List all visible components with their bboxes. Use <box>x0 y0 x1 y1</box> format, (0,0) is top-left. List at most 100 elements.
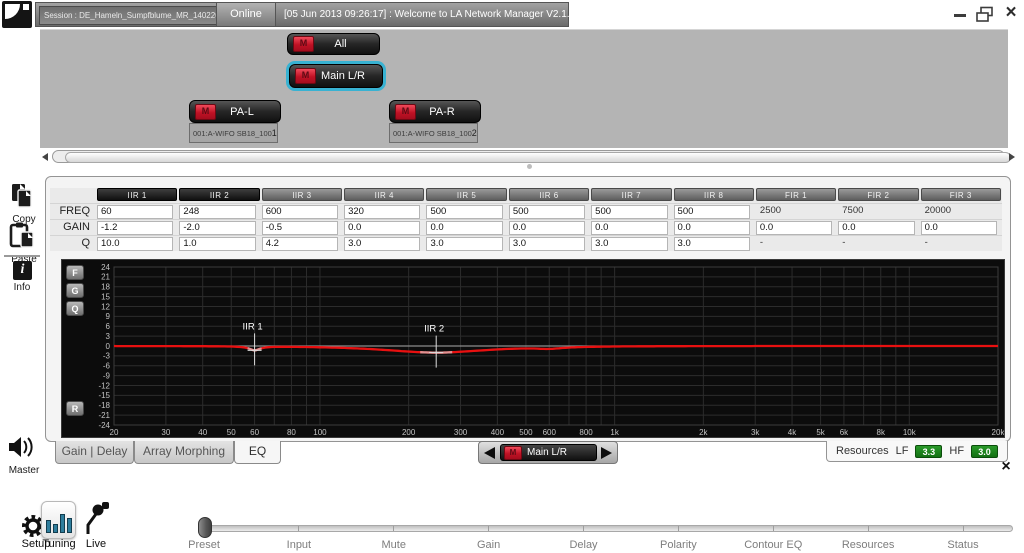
restore-icon[interactable] <box>975 6 995 23</box>
y-axis-tick-label: 21 <box>101 273 110 282</box>
eq-cell: 0.0 <box>508 219 590 235</box>
eq-value-input[interactable]: 500 <box>674 205 750 219</box>
mute-button[interactable]: M <box>293 36 314 52</box>
eq-band-header[interactable]: IIR 1 <box>97 188 177 201</box>
eq-value-readonly: - <box>838 237 914 249</box>
eq-cell: 3.0 <box>673 235 755 251</box>
eq-cell: - <box>837 235 919 251</box>
eq-value-input[interactable]: 4.2 <box>262 237 338 251</box>
mute-button[interactable]: M <box>295 68 316 84</box>
eq-value-input[interactable]: 0.0 <box>921 221 997 235</box>
master-button[interactable]: Master <box>2 434 42 476</box>
tree-node-pa-l[interactable]: M PA-L <box>189 100 281 123</box>
eq-value-input[interactable]: 0.0 <box>591 221 667 235</box>
online-status-button[interactable]: Online <box>216 3 276 26</box>
speaker-name: 001:A-WIFO SB18_100 <box>390 129 472 138</box>
eq-value-input[interactable]: 0.0 <box>426 221 502 235</box>
eq-value-input[interactable]: 0.0 <box>838 221 914 235</box>
minimize-icon[interactable] <box>954 14 966 17</box>
eq-band-header[interactable]: IIR 7 <box>591 188 671 201</box>
eq-band-header[interactable]: FIR 1 <box>756 188 836 201</box>
scroll-right-icon[interactable] <box>1009 153 1015 161</box>
tree-horizontal-scrollbar[interactable] <box>42 150 1016 163</box>
y-axis-tick-label: -12 <box>98 381 110 390</box>
graph-reset-button[interactable]: R <box>66 401 84 416</box>
copy-button[interactable]: Copy <box>2 183 42 225</box>
tree-node-main-lr[interactable]: M Main L/R <box>289 64 383 88</box>
graph-mode-q-button[interactable]: Q <box>66 301 84 316</box>
selected-channel-button[interactable]: M Main L/R <box>500 444 597 461</box>
mode-slider-track[interactable] <box>202 525 1013 532</box>
panel-resize-handle[interactable] <box>527 164 532 169</box>
eq-band-header[interactable]: IIR 5 <box>426 188 506 201</box>
mute-button[interactable]: M <box>504 446 522 460</box>
eq-cell: -0.5 <box>261 219 343 235</box>
eq-value-input[interactable]: 1.0 <box>179 237 255 251</box>
eq-value-readonly: - <box>756 237 832 249</box>
mute-button[interactable]: M <box>195 104 216 120</box>
horizontal-scroll-thumb[interactable] <box>65 152 1011 163</box>
eq-value-input[interactable]: 10.0 <box>97 237 173 251</box>
next-channel-icon[interactable] <box>601 447 612 459</box>
eq-value-input[interactable]: 0.0 <box>509 221 585 235</box>
graph-mode-f-button[interactable]: F <box>66 265 84 280</box>
horizontal-scroll-track[interactable] <box>52 150 1005 163</box>
tab-eq[interactable]: EQ <box>234 441 281 464</box>
eq-value-input[interactable]: 60 <box>97 205 173 219</box>
eq-value-input[interactable]: -1.2 <box>97 221 173 235</box>
info-icon[interactable]: i <box>13 261 32 280</box>
eq-band-header[interactable]: FIR 2 <box>838 188 918 201</box>
tuning-mode-button[interactable] <box>41 501 76 539</box>
mode-slider-handle[interactable] <box>198 517 212 538</box>
eq-value-input[interactable]: 3.0 <box>344 237 420 251</box>
eq-response-plot[interactable]: 24211815129630-3-6-9-12-15-18-21-2420304… <box>62 260 1004 437</box>
eq-value-input[interactable]: -0.5 <box>262 221 338 235</box>
paste-button[interactable]: Paste <box>2 222 42 265</box>
scroll-left-icon[interactable] <box>42 153 48 161</box>
eq-value-input[interactable]: 3.0 <box>591 237 667 251</box>
graph-mode-g-button[interactable]: G <box>66 283 84 298</box>
tree-node-all[interactable]: M All <box>287 33 380 55</box>
eq-cell: 3.0 <box>590 235 672 251</box>
speaker-item-pa-r[interactable]: 001:A-WIFO SB18_100 2 <box>389 123 478 143</box>
eq-value-input[interactable]: 248 <box>179 205 255 219</box>
eq-value-input[interactable]: 0.0 <box>344 221 420 235</box>
eq-band-header[interactable]: FIR 3 <box>921 188 1001 201</box>
tab-gain-delay[interactable]: Gain | Delay <box>55 441 134 464</box>
y-axis-tick-label: -9 <box>103 371 111 380</box>
eq-cell: 60 <box>96 203 178 219</box>
eq-value-input[interactable]: 3.0 <box>426 237 502 251</box>
eq-value-input[interactable]: 500 <box>509 205 585 219</box>
eq-band-header[interactable]: IIR 6 <box>509 188 589 201</box>
tab-array-morphing[interactable]: Array Morphing <box>134 441 234 464</box>
previous-channel-icon[interactable] <box>484 447 495 459</box>
eq-value-input[interactable]: 3.0 <box>509 237 585 251</box>
eq-band-header[interactable]: IIR 4 <box>344 188 424 201</box>
live-mode-button[interactable] <box>82 502 110 541</box>
close-eq-panel-button[interactable]: × <box>997 458 1015 476</box>
close-icon[interactable]: × <box>1001 2 1021 24</box>
eq-value-input[interactable]: 500 <box>591 205 667 219</box>
tree-node-pa-r[interactable]: M PA-R <box>389 100 481 123</box>
eq-cell: 0.0 <box>920 219 1002 235</box>
speaker-item-pa-l[interactable]: 001:A-WIFO SB18_100 1 <box>189 123 278 143</box>
eq-value-input[interactable]: 500 <box>426 205 502 219</box>
resources-label: Resources <box>836 445 889 457</box>
slider-tick <box>298 526 299 531</box>
mute-button[interactable]: M <box>395 104 416 120</box>
slider-tick <box>393 526 394 531</box>
eq-value-input[interactable]: 600 <box>262 205 338 219</box>
eq-band-header[interactable]: IIR 3 <box>262 188 342 201</box>
eq-cell: -1.2 <box>96 219 178 235</box>
eq-value-input[interactable]: -2.0 <box>179 221 255 235</box>
eq-band-header[interactable]: IIR 8 <box>674 188 754 201</box>
eq-graph[interactable]: 24211815129630-3-6-9-12-15-18-21-2420304… <box>61 259 1005 438</box>
x-axis-tick-label: 60 <box>250 428 259 437</box>
y-axis-tick-label: 18 <box>101 283 110 292</box>
eq-value-input[interactable]: 3.0 <box>674 237 750 251</box>
eq-value-input[interactable]: 0.0 <box>756 221 832 235</box>
eq-value-input[interactable]: 320 <box>344 205 420 219</box>
eq-band-header[interactable]: IIR 2 <box>179 188 259 201</box>
eq-value-input[interactable]: 0.0 <box>674 221 750 235</box>
slider-tick <box>583 526 584 531</box>
